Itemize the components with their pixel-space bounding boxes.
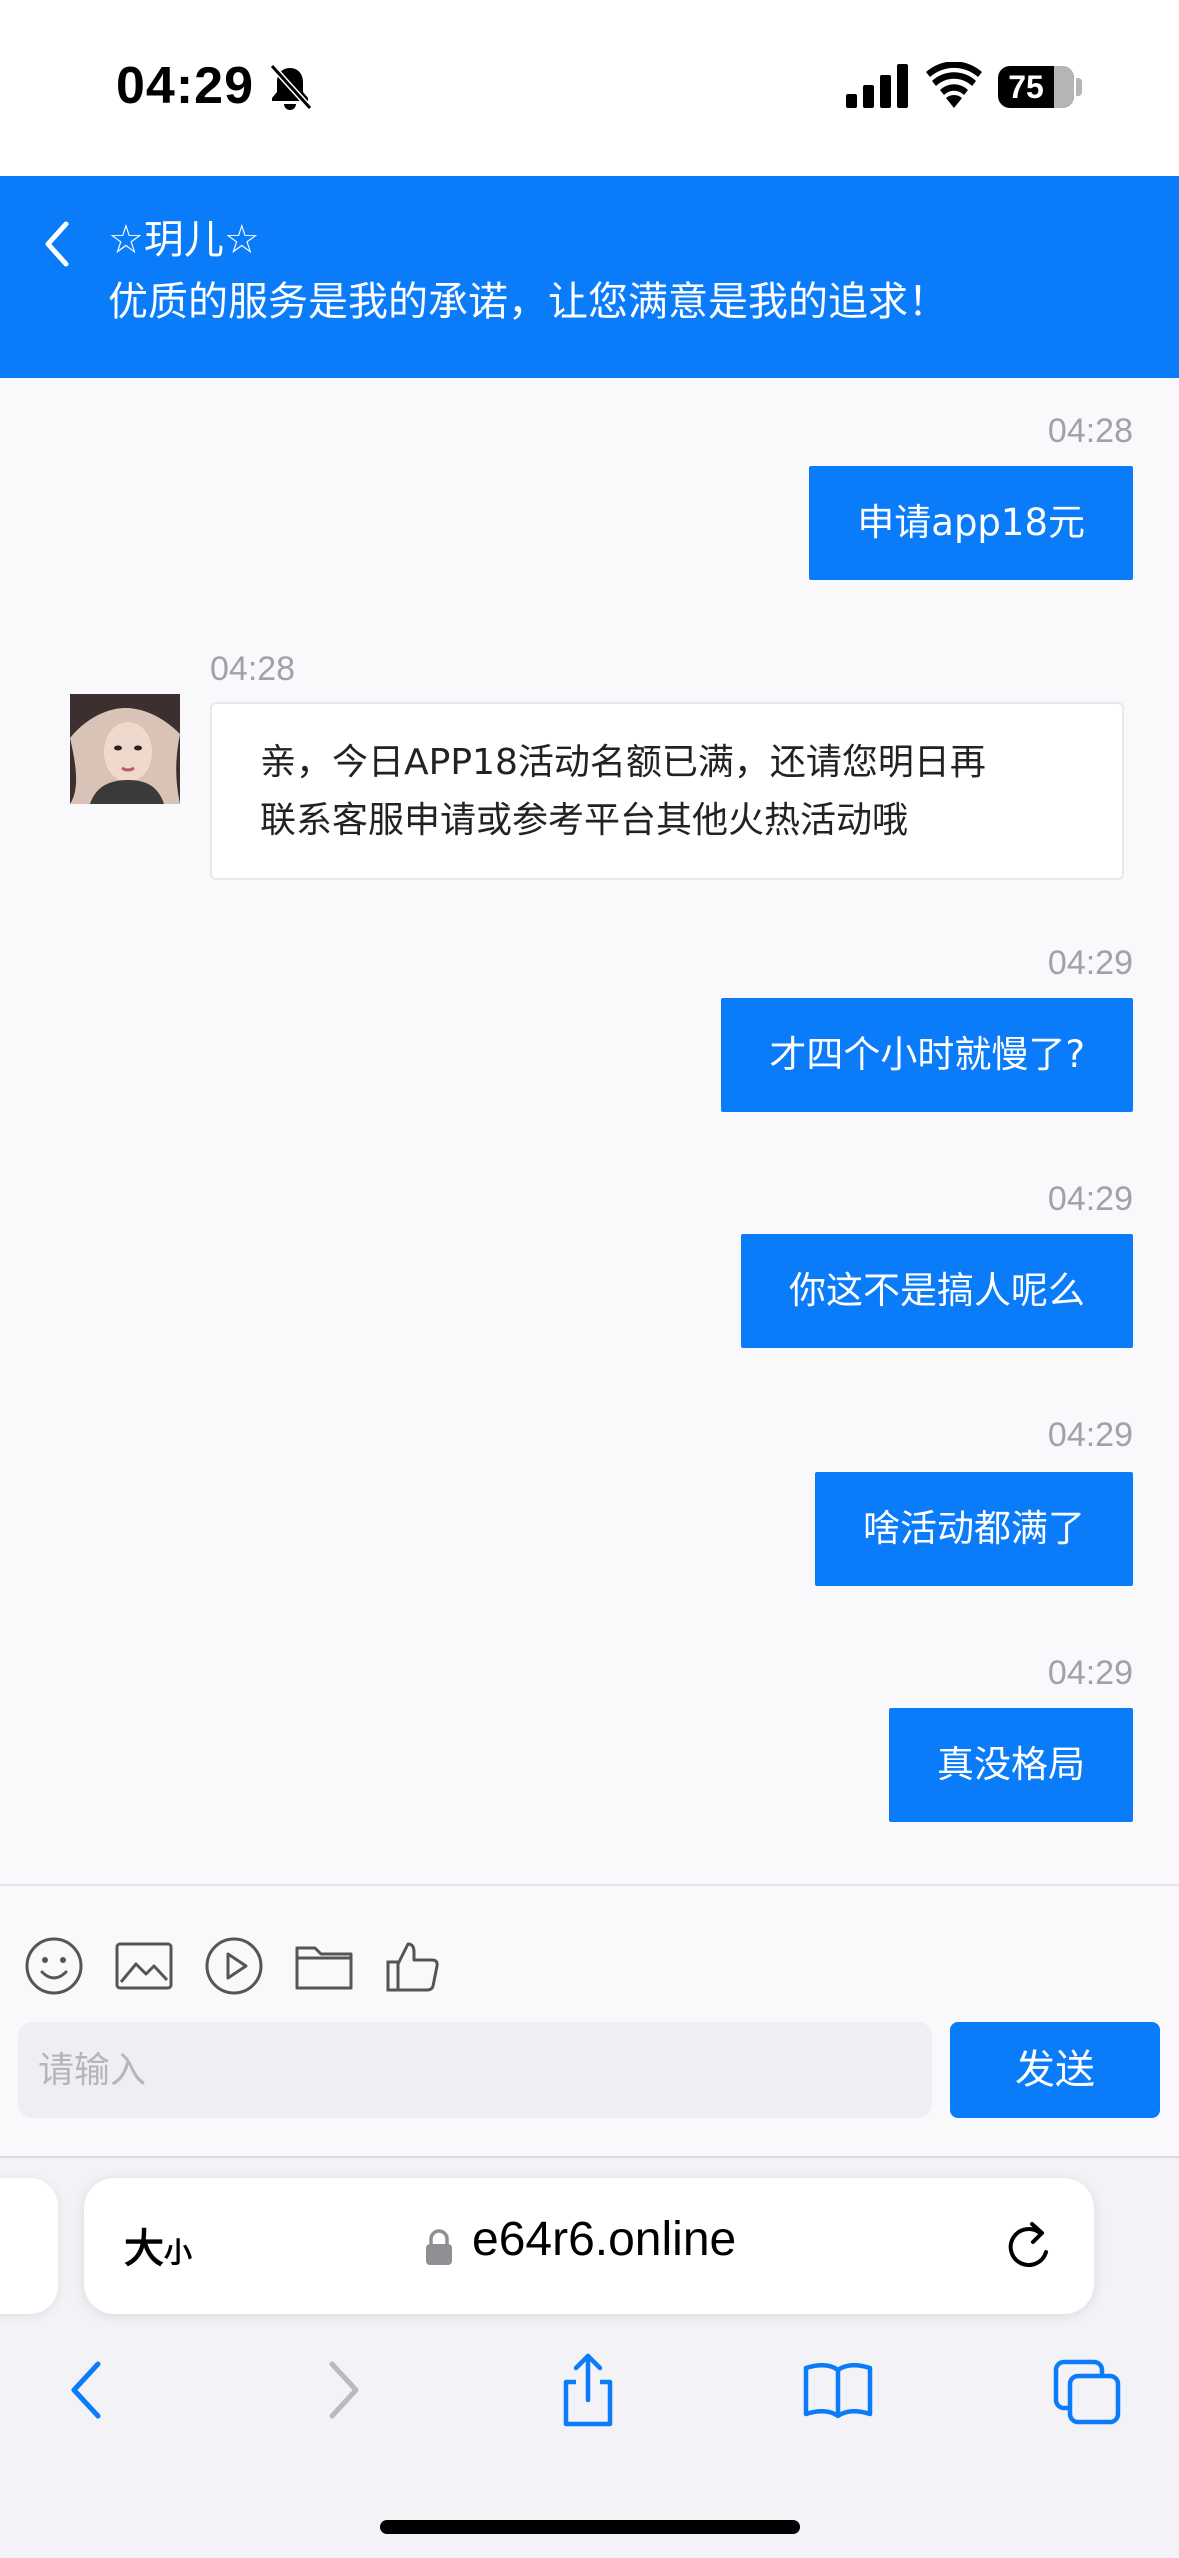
message-timestamp: 04:28 [210,650,296,688]
browser-chrome: 大小 e64r6.online [0,2156,1179,2558]
message-timestamp: 04:28 [1047,412,1133,450]
outgoing-message-bubble: 真没格局 [889,1708,1133,1822]
status-time: 04:29 [116,57,254,115]
chat-header: ☆玥儿☆ 优质的服务是我的承诺，让您满意是我的追求！ [0,176,1179,378]
video-icon[interactable] [202,1934,266,1998]
lock-icon [426,2229,452,2265]
battery-tip [1076,78,1082,96]
cellular-signal-icon [846,64,908,108]
home-indicator [380,2520,800,2534]
reload-icon[interactable] [1002,2218,1058,2276]
incoming-message-line: 联系客服申请或参考平台其他火热活动哦 [260,800,909,841]
avatar-portrait [70,694,180,804]
message-composer: 发送 [0,1884,1179,2158]
previous-tab-card[interactable] [0,2178,58,2314]
text-size-small: 小 [164,2236,193,2269]
agent-name: ☆玥儿☆ [108,217,260,263]
share-icon[interactable] [552,2352,624,2428]
browser-forward-icon[interactable] [306,2352,378,2428]
incoming-message-line: 亲，今日APP18活动名额已满，还请您明日再 [260,742,986,783]
address-bar[interactable]: 大小 e64r6.online [84,2178,1094,2314]
back-chevron-icon[interactable] [30,212,86,276]
text-size-button[interactable]: 大小 [124,2216,192,2274]
status-bar: 04:29 75 [0,0,1179,176]
battery-indicator: 75 [998,66,1074,108]
message-timestamp: 04:29 [1047,1416,1133,1454]
battery-percent: 75 [1008,69,1044,105]
outgoing-message-bubble: 才四个小时就慢了? [721,998,1133,1112]
message-timestamp: 04:29 [1047,1180,1133,1218]
emoji-icon[interactable] [22,1934,86,1998]
bookmarks-icon[interactable] [802,2352,874,2428]
folder-icon[interactable] [292,1934,356,1998]
tabs-icon[interactable] [1052,2352,1124,2428]
outgoing-message-bubble: 申请app18元 [809,466,1133,580]
incoming-message-bubble: 亲，今日APP18活动名额已满，还请您明日再 联系客服申请或参考平台其他火热活动… [210,702,1124,880]
outgoing-message-bubble: 啥活动都满了 [815,1472,1133,1586]
bell-muted-icon [269,63,313,111]
browser-back-icon[interactable] [52,2352,124,2428]
agent-slogan: 优质的服务是我的承诺，让您满意是我的追求！ [108,279,948,325]
message-timestamp: 04:29 [1047,944,1133,982]
url-text: e64r6.online [472,2213,737,2266]
thumbs-up-icon[interactable] [382,1934,446,1998]
agent-avatar [70,694,180,804]
outgoing-message-bubble: 你这不是搞人呢么 [741,1234,1133,1348]
image-icon[interactable] [112,1934,176,1998]
message-input[interactable] [18,2022,932,2118]
text-size-big: 大 [124,2226,164,2272]
send-button[interactable]: 发送 [950,2022,1160,2118]
wifi-icon [926,62,982,108]
message-timestamp: 04:29 [1047,1654,1133,1692]
chat-message-list[interactable]: 04:28 申请app18元 04:28 亲，今日APP18活动名额已满，还请您… [0,378,1179,1884]
